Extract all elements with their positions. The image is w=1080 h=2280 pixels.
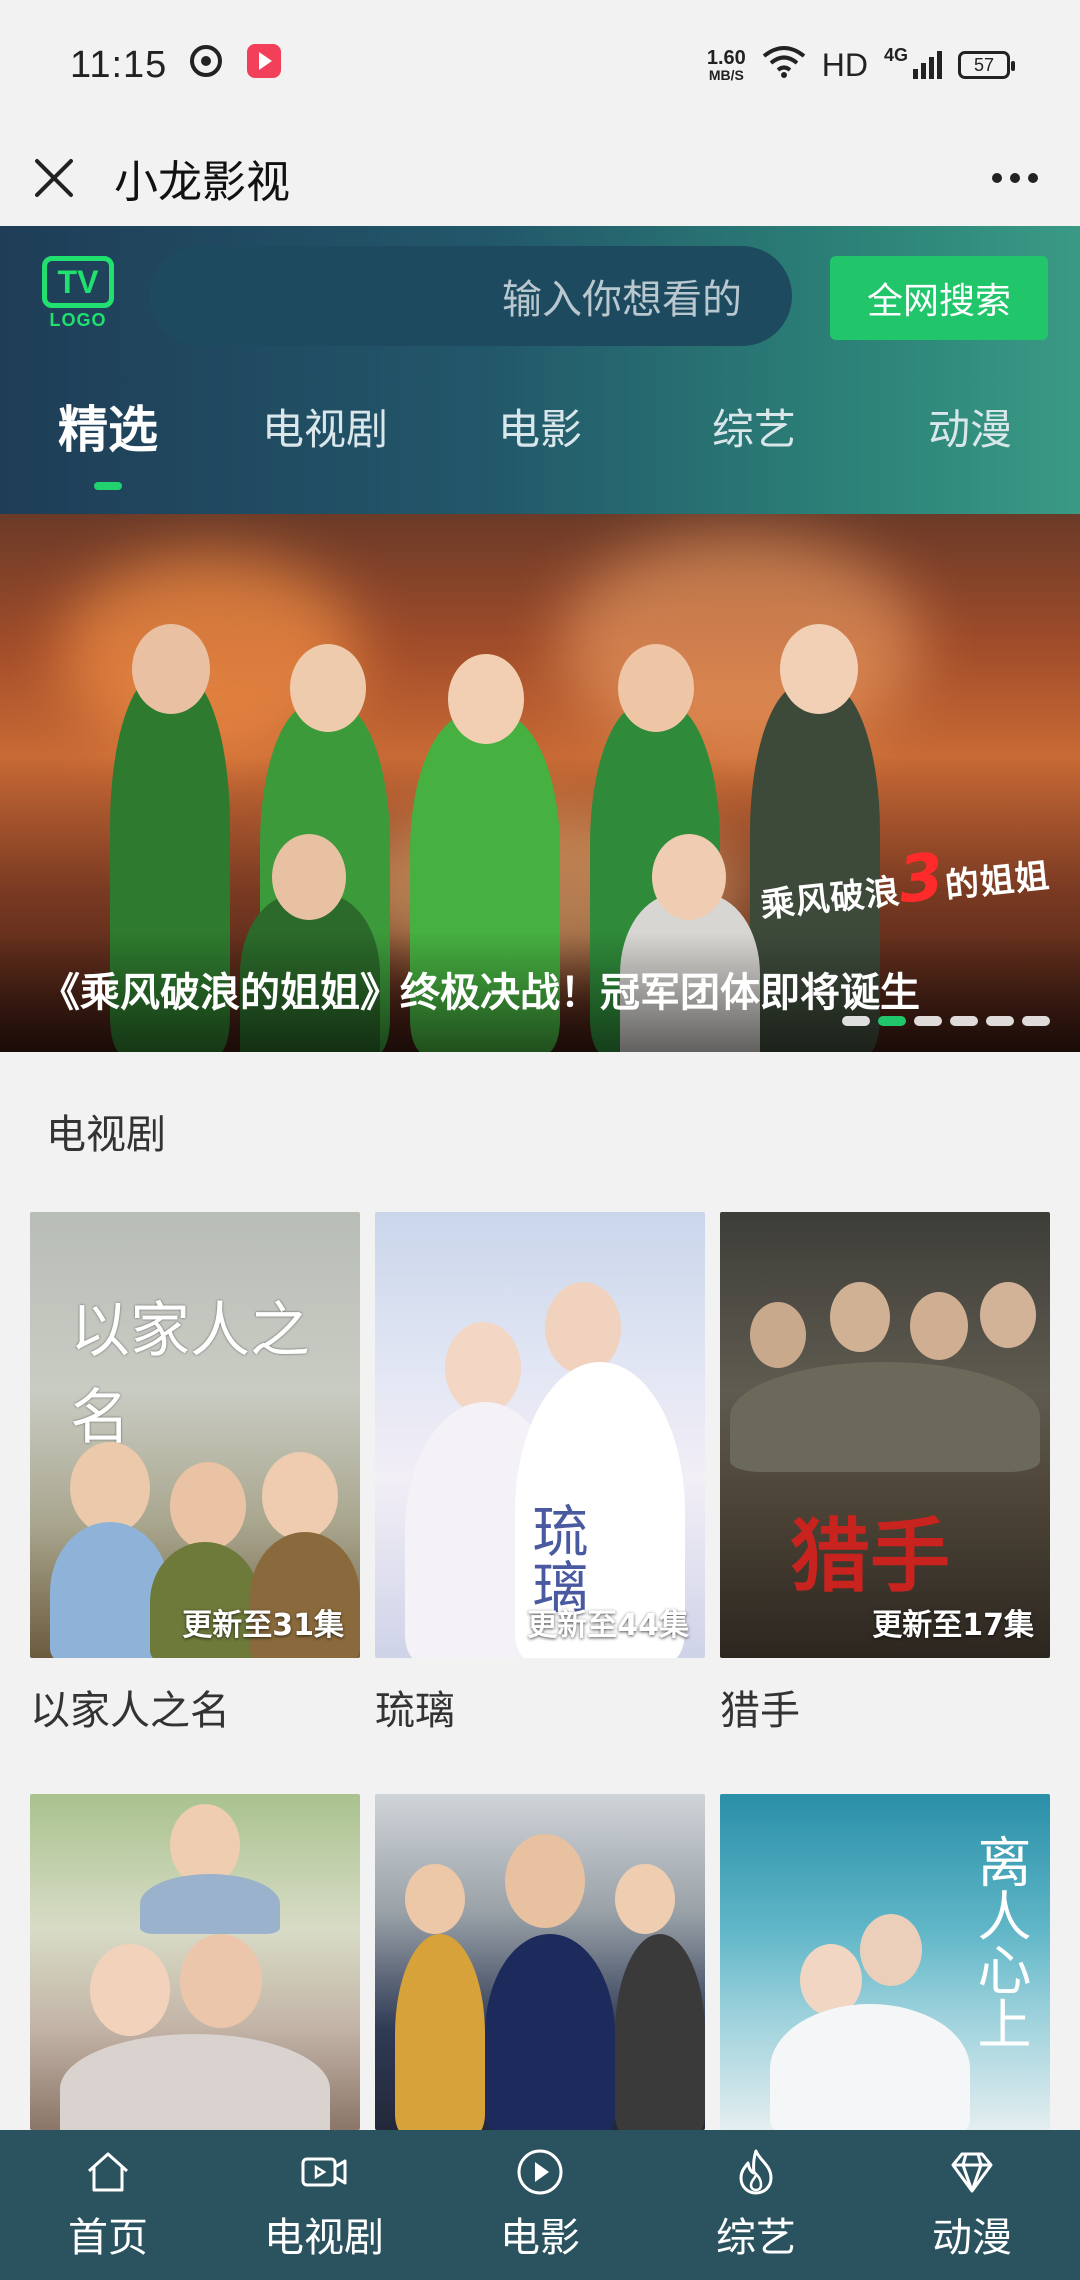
card-title: 以家人之名 — [30, 1688, 230, 1734]
category-tabs: 精选 电视剧 电影 综艺 动漫 — [0, 396, 1080, 514]
show-logo-prefix: 乘风破浪 — [759, 871, 903, 927]
poster-image — [375, 1794, 705, 2130]
poster-image: 以家人之名 更新至31集 — [30, 1212, 360, 1658]
tab-movies[interactable]: 电影 — [498, 396, 582, 457]
poster-title-art: 离人心上 — [968, 1834, 1031, 2050]
drama-card[interactable]: 以家人之名 更新至31集 以家人之名 — [30, 1212, 360, 1736]
title-bar: 小龙影视 — [0, 130, 1080, 226]
app-logo: TV LOGO — [40, 256, 116, 338]
update-badge: 更新至44集 — [527, 1608, 689, 1643]
close-icon[interactable] — [32, 156, 76, 200]
nav-home[interactable]: 首页 — [0, 2130, 216, 2280]
battery-level: 57 — [973, 54, 995, 75]
status-bar: 11:15 1.60 MB/S HD 4G 57 — [0, 0, 1080, 130]
poster-image: 离人心上 — [720, 1794, 1050, 2130]
flame-icon — [739, 2149, 773, 2195]
play-circle-icon — [517, 2149, 563, 2195]
nav-label: 电视剧 — [264, 2215, 384, 2261]
show-logo-number: 3 — [895, 839, 949, 919]
section-title: 电视剧 — [46, 1112, 166, 1158]
drama-card[interactable] — [30, 1794, 360, 2150]
nav-label: 电影 — [500, 2215, 580, 2261]
poster-title-art: 猎手 — [790, 1509, 950, 1603]
tab-variety[interactable]: 综艺 — [712, 396, 796, 457]
show-logo-suffix: 的姐姐 — [943, 855, 1053, 907]
video-camera-icon — [301, 2157, 347, 2187]
signal-icon: 4G — [884, 45, 942, 79]
poster-title-art: 以家人之名 — [70, 1296, 310, 1453]
pagination-dot[interactable] — [914, 1016, 942, 1026]
battery-icon: 57 — [958, 51, 1015, 79]
poster-title-art: 琉璃 — [523, 1502, 588, 1614]
tab-tv-series[interactable]: 电视剧 — [262, 396, 388, 457]
video-app-icon — [245, 42, 283, 89]
nav-movies[interactable]: 电影 — [432, 2130, 648, 2280]
diamond-icon — [951, 2152, 993, 2193]
hd-indicator: HD — [821, 46, 868, 83]
poster-image — [30, 1794, 360, 2130]
card-title: 琉璃 — [375, 1688, 455, 1734]
logo-mark: TV — [42, 256, 114, 308]
nav-tv-series[interactable]: 电视剧 — [216, 2130, 432, 2280]
drama-card[interactable] — [375, 1794, 705, 2150]
search-input[interactable]: 输入你想看的 — [150, 246, 792, 346]
poster-image: 琉璃 更新至44集 — [375, 1212, 705, 1658]
net-speed-value: 1.60 — [706, 47, 746, 69]
nav-label: 综艺 — [716, 2215, 796, 2261]
hero-banner[interactable]: 乘风破浪3的姐姐 《乘风破浪的姐姐》终极决战！冠军团体即将诞生 — [0, 514, 1080, 1052]
poster-image: 猎手 更新至17集 — [720, 1212, 1050, 1658]
tab-anime[interactable]: 动漫 — [928, 396, 1012, 457]
pagination-dot-active[interactable] — [878, 1016, 906, 1026]
drama-card[interactable]: 琉璃 更新至44集 琉璃 — [375, 1212, 705, 1736]
pagination-dot[interactable] — [1022, 1016, 1050, 1026]
logo-text: LOGO — [49, 310, 107, 330]
net-speed-unit: MB/S — [708, 67, 744, 83]
drama-card[interactable]: 离人心上 — [720, 1794, 1050, 2150]
wifi-icon — [762, 44, 806, 87]
update-badge: 更新至17集 — [872, 1608, 1034, 1643]
card-title: 猎手 — [720, 1688, 800, 1734]
tab-featured[interactable]: 精选 — [58, 390, 158, 462]
netease-music-icon — [189, 44, 223, 87]
status-time: 11:15 — [70, 43, 168, 86]
pagination-dot[interactable] — [986, 1016, 1014, 1026]
search-all-button[interactable]: 全网搜索 — [830, 256, 1048, 340]
nav-variety[interactable]: 综艺 — [648, 2130, 864, 2280]
update-badge: 更新至31集 — [182, 1608, 344, 1643]
more-menu-icon[interactable] — [992, 173, 1048, 183]
banner-caption: 《乘风破浪的姐姐》终极决战！冠军团体即将诞生 — [40, 970, 920, 1016]
active-tab-indicator — [94, 482, 122, 490]
header: TV LOGO 输入你想看的 全网搜索 精选 电视剧 电影 综艺 动漫 — [0, 226, 1080, 514]
network-type: 4G — [884, 45, 909, 65]
net-speed: 1.60 MB/S — [707, 48, 746, 82]
pagination-dot[interactable] — [842, 1016, 870, 1026]
home-icon — [87, 2152, 129, 2192]
nav-label: 首页 — [68, 2215, 148, 2261]
drama-card[interactable]: 猎手 更新至17集 猎手 — [720, 1212, 1050, 1736]
nav-anime[interactable]: 动漫 — [864, 2130, 1080, 2280]
bottom-navigation: 首页 电视剧 电影 综艺 动漫 — [0, 2130, 1080, 2280]
nav-label: 动漫 — [932, 2215, 1012, 2261]
banner-pagination — [842, 1016, 1050, 1026]
page-title: 小龙影视 — [114, 157, 290, 208]
pagination-dot[interactable] — [950, 1016, 978, 1026]
